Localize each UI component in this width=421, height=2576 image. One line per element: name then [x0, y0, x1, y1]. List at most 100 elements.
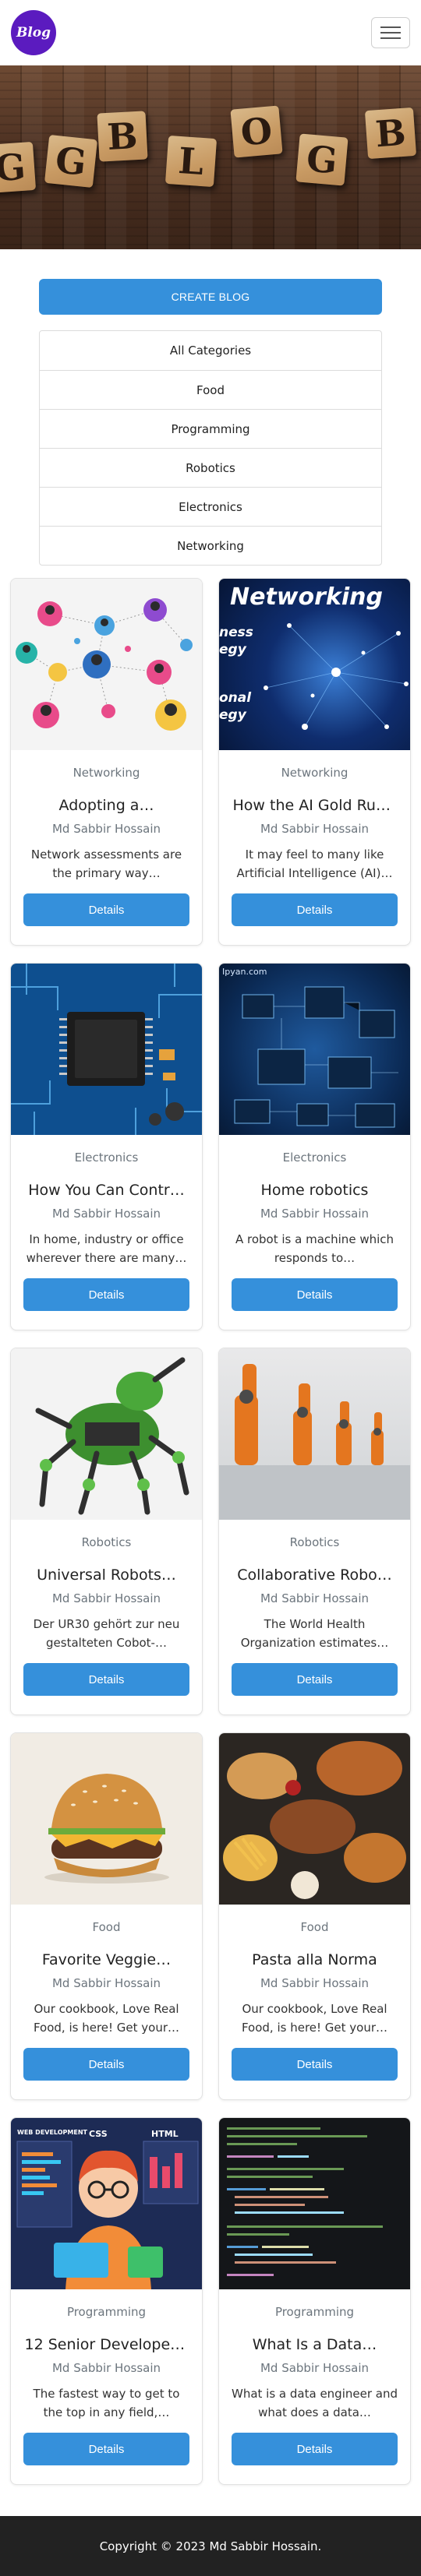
network-people-illustration	[16, 598, 193, 731]
card-category: Networking	[73, 766, 140, 780]
card-category: Electronics	[74, 1151, 139, 1165]
burger-graphic	[44, 1774, 169, 1884]
card-author: Md Sabbir Hossain	[51, 1207, 161, 1221]
card-image	[11, 1733, 202, 1905]
hamburger-line	[380, 37, 401, 39]
card-author: Md Sabbir Hossain	[51, 2361, 161, 2375]
category-item-electronics[interactable]: Electronics	[40, 487, 381, 526]
blog-card: Programming What Is a Data… Md Sabbir Ho…	[218, 2117, 411, 2485]
green-robot-graphic	[35, 1357, 189, 1515]
category-item-networking[interactable]: Networking	[40, 526, 381, 565]
card-image	[11, 579, 202, 750]
card-image: Networking ness egy onal egy	[219, 579, 410, 750]
details-button[interactable]: Details	[232, 893, 398, 926]
details-button[interactable]: Details	[232, 1278, 398, 1311]
copyright-text: Copyright © 2023 Md Sabbir Hossain.	[99, 2539, 322, 2553]
blog-card: Networking Adopting a… Md Sabbir Hossain…	[10, 578, 203, 946]
image-label-webdev: WEB DEVELOPMENT	[17, 2129, 87, 2136]
image-label-html: HTML	[151, 2129, 179, 2139]
card-title: Pasta alla Norma	[252, 1951, 377, 1968]
letter-tile: G	[44, 134, 98, 189]
card-author: Md Sabbir Hossain	[260, 1591, 370, 1605]
card-author: Md Sabbir Hossain	[51, 822, 161, 836]
card-author: Md Sabbir Hossain	[260, 1976, 370, 1990]
footer: Copyright © 2023 Md Sabbir Hossain.	[0, 2516, 421, 2576]
card-description: In home, industry or office wherever the…	[26, 1232, 187, 1265]
hero-banner-image: G G B L O G B	[0, 65, 421, 249]
card-description: Der UR30 gehört zur neu gestalteten Cobo…	[33, 1617, 180, 1650]
image-label-css: CSS	[89, 2129, 108, 2139]
card-image: Ipyan.com	[219, 964, 410, 1135]
details-button[interactable]: Details	[232, 1663, 398, 1696]
blog-card-grid: Networking Adopting a… Md Sabbir Hossain…	[0, 578, 421, 2485]
category-item-food[interactable]: Food	[40, 370, 381, 409]
blog-card: Food Favorite Veggie… Md Sabbir Hossain …	[10, 1732, 203, 2100]
card-description: The World Health Organization estimates…	[240, 1617, 389, 1650]
category-list: All Categories Food Programming Robotics…	[39, 330, 382, 566]
card-category: Food	[300, 1920, 329, 1934]
blog-card: Electronics How You Can Contr… Md Sabbir…	[10, 963, 203, 1330]
card-title: How the AI Gold Rus…	[232, 797, 397, 814]
card-title: Universal Robots…	[37, 1566, 176, 1584]
card-description: A robot is a machine which responds to…	[235, 1232, 394, 1265]
card-category: Food	[92, 1920, 121, 1934]
card-title: Collaborative Robo…	[237, 1566, 392, 1584]
card-description: It may feel to many like Artificial Inte…	[236, 848, 393, 880]
card-title: 12 Senior Developer…	[24, 2336, 189, 2353]
card-description: The fastest way to get to the top in any…	[33, 2387, 180, 2419]
blog-card: Robotics Universal Robots… Md Sabbir Hos…	[10, 1348, 203, 1715]
card-title: How You Can Contr…	[28, 1182, 185, 1199]
logo-text: Blog	[16, 25, 51, 41]
image-side-text: ness egy onal egy	[219, 625, 253, 723]
hamburger-menu-button[interactable]	[371, 17, 410, 48]
card-category: Electronics	[282, 1151, 347, 1165]
card-author: Md Sabbir Hossain	[260, 822, 370, 836]
details-button[interactable]: Details	[23, 2433, 189, 2465]
circuit-chip-graphic	[11, 964, 202, 1135]
card-title: Adopting a…	[58, 797, 154, 814]
card-category: Networking	[281, 766, 348, 780]
card-image	[11, 1348, 202, 1520]
blog-card: Robotics Collaborative Robo… Md Sabbir H…	[218, 1348, 411, 1715]
card-category: Programming	[274, 2305, 355, 2319]
letter-tile: O	[230, 105, 283, 158]
card-image	[219, 2118, 410, 2289]
details-button[interactable]: Details	[232, 2048, 398, 2081]
food-spread-graphic	[223, 1741, 406, 1899]
category-panel: CREATE BLOG All Categories Food Programm…	[0, 279, 421, 566]
card-title: Favorite Veggie…	[41, 1951, 172, 1968]
navbar: Blog	[0, 0, 421, 65]
card-author: Md Sabbir Hossain	[260, 1207, 370, 1221]
details-button[interactable]: Details	[232, 2433, 398, 2465]
blog-card: Food Pasta alla Norma Md Sabbir Hossain …	[218, 1732, 411, 2100]
category-item-robotics[interactable]: Robotics	[40, 448, 381, 487]
letter-tile: B	[364, 107, 417, 160]
card-author: Md Sabbir Hossain	[260, 2361, 370, 2375]
blog-card: Networking ness egy onal egy Networking …	[218, 578, 411, 946]
category-item-all[interactable]: All Categories	[40, 331, 381, 370]
details-button[interactable]: Details	[23, 1278, 189, 1311]
card-category: Robotics	[81, 1535, 132, 1549]
card-author: Md Sabbir Hossain	[51, 1591, 161, 1605]
card-title: Home robotics	[260, 1182, 369, 1199]
card-title: What Is a Data…	[252, 2336, 377, 2353]
letter-tile: G	[0, 141, 37, 194]
card-description: What is a data engineer and what does a …	[232, 2387, 398, 2419]
letter-tile: B	[97, 111, 148, 162]
details-button[interactable]: Details	[23, 2048, 189, 2081]
details-button[interactable]: Details	[23, 893, 189, 926]
hamburger-line	[380, 26, 401, 28]
details-button[interactable]: Details	[23, 1663, 189, 1696]
create-blog-button[interactable]: CREATE BLOG	[39, 279, 382, 315]
category-item-programming[interactable]: Programming	[40, 409, 381, 448]
circuit-board-graphic	[234, 986, 398, 1128]
card-description: Network assessments are the primary way…	[30, 848, 182, 880]
card-image	[219, 1733, 410, 1905]
hamburger-line	[380, 32, 401, 33]
robot-arms-graphic	[219, 1364, 410, 1520]
image-watermark: Ipyan.com	[222, 967, 267, 977]
card-image: WEB DEVELOPMENT CSS HTML	[11, 2118, 202, 2289]
blog-logo[interactable]: Blog	[11, 10, 56, 55]
developer-illustration-graphic	[16, 2141, 199, 2289]
card-category: Robotics	[289, 1535, 340, 1549]
